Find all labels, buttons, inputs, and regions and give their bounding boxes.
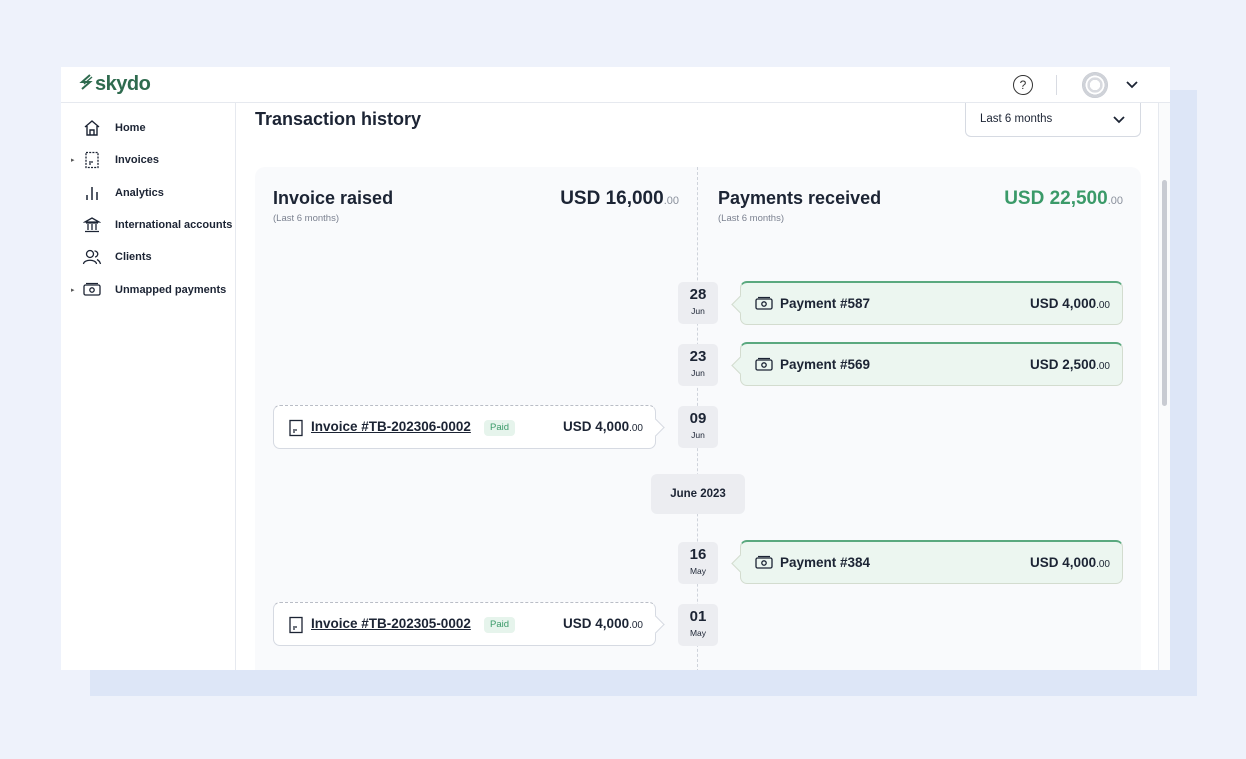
status-badge: Paid [484, 617, 516, 633]
invoice-amount: USD 4,000.00 [563, 419, 643, 434]
sidebar-item-analytics[interactable]: Analytics [71, 182, 164, 204]
logo[interactable]: skydo [79, 73, 151, 96]
sidebar-item-label: Unmapped payments [115, 284, 227, 296]
invoice-link[interactable]: Invoice #TB-202306-0002 [311, 419, 471, 434]
status-badge: Paid [484, 420, 516, 436]
sidebar-item-label: Analytics [115, 187, 164, 199]
invoice-icon [81, 150, 103, 170]
payment-card[interactable]: Payment #384 USD 4,000.00 [740, 540, 1123, 584]
date-range-select[interactable]: Last 6 months [965, 103, 1141, 137]
chevron-down-icon [1113, 116, 1125, 124]
sidebar-item-invoices[interactable]: ▸ Invoices [71, 149, 159, 171]
app-window: skydo ? Home ▸ Invoices Analytics Intern… [61, 67, 1170, 670]
cash-icon [755, 555, 773, 569]
payment-label: Payment #384 [780, 555, 871, 570]
sidebar-item-unmapped-payments[interactable]: ▸ Unmapped payments [71, 279, 226, 301]
date-range-value: Last 6 months [980, 113, 1053, 125]
sidebar-item-label: Invoices [115, 154, 160, 166]
payment-card[interactable]: Payment #587 USD 4,000.00 [740, 281, 1123, 325]
payment-amount: USD 2,500.00 [1030, 357, 1110, 372]
timeline-date: 01 May [678, 604, 718, 646]
topbar-divider [1056, 75, 1057, 95]
invoice-card[interactable]: Invoice #TB-202305-0002 Paid USD 4,000.0… [273, 602, 656, 646]
logo-s-icon [79, 73, 93, 96]
cash-icon [755, 296, 773, 310]
sidebar-item-label: Clients [115, 251, 152, 263]
logo-text: skydo [95, 73, 151, 95]
cash-icon [755, 357, 773, 371]
invoice-summary-title: Invoice raised [273, 188, 394, 208]
payments-summary-amount: USD 22,500.00 [1004, 188, 1123, 209]
sidebar-item-international-accounts[interactable]: International accounts [71, 214, 232, 236]
invoice-icon [289, 616, 303, 634]
invoice-icon [289, 419, 303, 437]
sidebar-item-home[interactable]: Home [71, 117, 146, 139]
invoice-amount: USD 4,000.00 [563, 616, 643, 631]
payments-summary-subtitle: (Last 6 months) [718, 213, 784, 224]
expand-caret-icon[interactable]: ▸ [71, 156, 79, 164]
payments-summary-title: Payments received [718, 188, 882, 208]
avatar[interactable] [1082, 72, 1108, 98]
sidebar-item-label: Home [115, 122, 146, 134]
timeline-date: 09 Jun [678, 406, 718, 448]
invoice-summary-amount: USD 16,000.00 [560, 188, 679, 209]
sidebar-item-clients[interactable]: Clients [71, 246, 152, 268]
analytics-icon [81, 183, 103, 203]
invoice-card[interactable]: Invoice #TB-202306-0002 Paid USD 4,000.0… [273, 405, 656, 449]
timeline-date: 23 Jun [678, 344, 718, 386]
sidebar: Home ▸ Invoices Analytics International … [61, 103, 236, 670]
sidebar-item-label: International accounts [115, 219, 233, 231]
payment-label: Payment #587 [780, 296, 871, 311]
scrollbar-thumb[interactable] [1162, 180, 1167, 406]
chevron-down-icon[interactable] [1124, 76, 1140, 92]
timeline-date: 16 May [678, 542, 718, 584]
home-icon [81, 118, 103, 138]
invoice-link[interactable]: Invoice #TB-202305-0002 [311, 616, 471, 631]
bank-icon [81, 215, 103, 235]
clients-icon [81, 247, 103, 267]
month-separator: June 2023 [651, 474, 745, 514]
payment-card[interactable]: Payment #569 USD 2,500.00 [740, 342, 1123, 386]
timeline-date: 28 Jun [678, 282, 718, 324]
invoice-summary-subtitle: (Last 6 months) [273, 213, 339, 224]
payment-label: Payment #569 [780, 357, 871, 372]
page-title: Transaction history [255, 109, 422, 129]
top-bar: skydo ? [61, 67, 1170, 103]
payment-amount: USD 4,000.00 [1030, 296, 1110, 311]
expand-caret-icon[interactable]: ▸ [71, 286, 79, 294]
cash-icon [81, 280, 103, 300]
help-circle-icon[interactable]: ? [1013, 75, 1033, 95]
payment-amount: USD 4,000.00 [1030, 555, 1110, 570]
